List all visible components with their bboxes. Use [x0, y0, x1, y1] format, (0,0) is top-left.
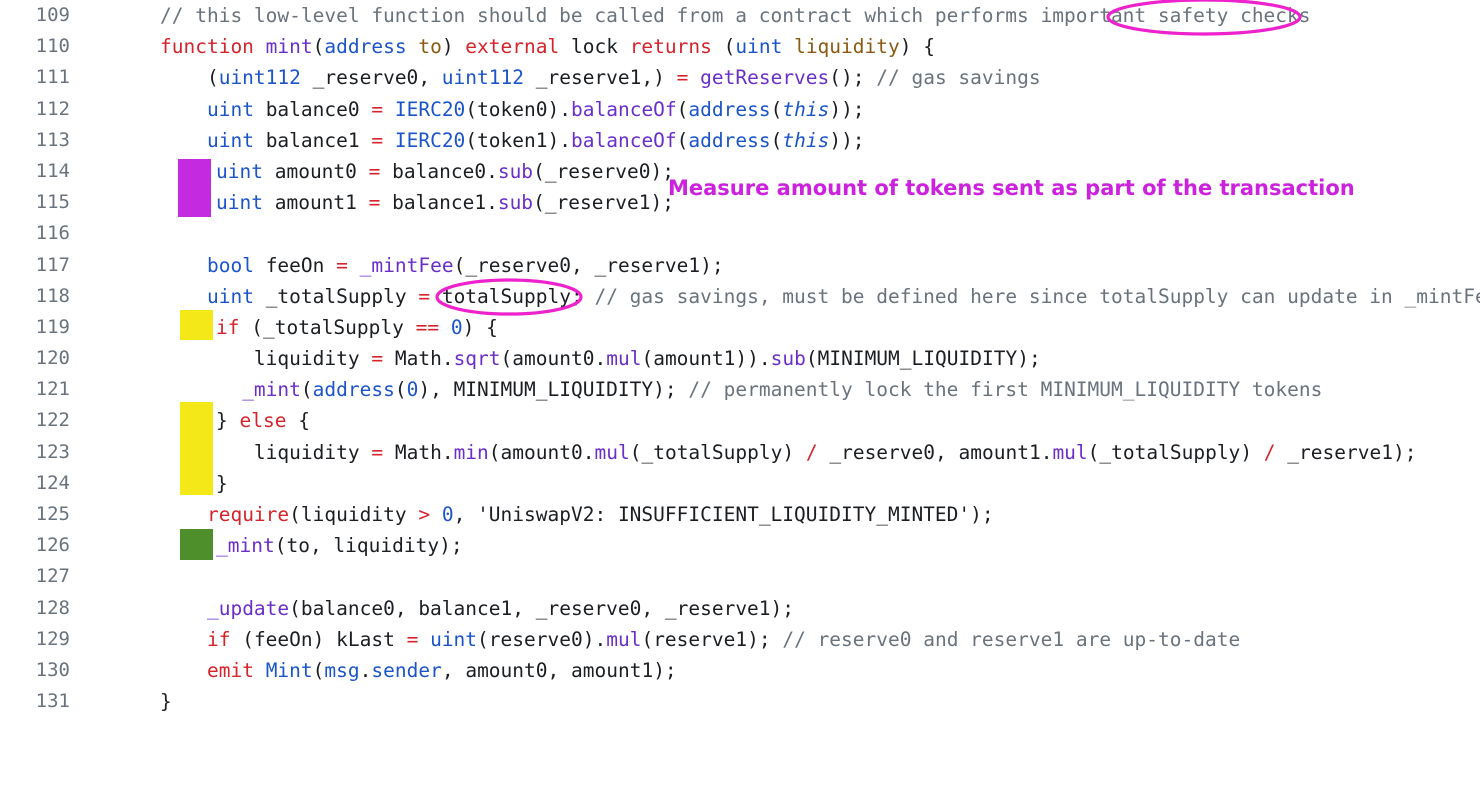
- line-number: 131: [35, 690, 70, 713]
- code-line[interactable]: 116: [0, 218, 1480, 249]
- code-line[interactable]: 111 (uint112 _reserve0, uint112 _reserve…: [0, 62, 1480, 93]
- code-content: uint amount1 = balance1.sub(_reserve1);: [216, 191, 674, 215]
- line-number: 127: [35, 565, 70, 588]
- line-number: 110: [35, 35, 70, 58]
- code-line[interactable]: 112 uint balance0 = IERC20(token0).balan…: [0, 94, 1480, 125]
- line-number: 109: [35, 4, 70, 26]
- code-line[interactable]: 127: [0, 561, 1480, 592]
- code-line[interactable]: 121 _mint(address(0), MINIMUM_LIQUIDITY)…: [0, 374, 1480, 405]
- code-content: _mint(address(0), MINIMUM_LIQUIDITY); //…: [242, 378, 1323, 402]
- line-number: 123: [35, 440, 70, 463]
- line-number: 116: [35, 222, 70, 245]
- code-line[interactable]: 120 liquidity = Math.sqrt(amount0.mul(am…: [0, 343, 1480, 374]
- code-line[interactable]: 110 function mint(address to) external l…: [0, 31, 1480, 62]
- line-number: 129: [35, 627, 70, 650]
- code-content: bool feeOn = _mintFee(_reserve0, _reserv…: [206, 253, 724, 277]
- code-content: }: [216, 471, 228, 495]
- line-number: 121: [35, 378, 70, 401]
- line-number: 128: [35, 596, 70, 619]
- line-number: 122: [35, 409, 70, 432]
- code-content: uint balance0 = IERC20(token0).balanceOf…: [206, 97, 865, 121]
- code-line[interactable]: 129 if (feeOn) kLast = uint(reserve0).mu…: [0, 624, 1480, 655]
- code-content: }: [160, 690, 172, 714]
- code-line[interactable]: 118 uint _totalSupply = totalSupply; // …: [0, 281, 1480, 312]
- code-line[interactable]: 109 // this low-level function should be…: [0, 0, 1480, 31]
- code-content: _mint(to, liquidity);: [216, 534, 463, 558]
- code-content: (uint112 _reserve0, uint112 _reserve1,) …: [160, 66, 1041, 90]
- line-number: 117: [35, 253, 70, 276]
- code-content: require(liquidity > 0, 'UniswapV2: INSUF…: [206, 503, 994, 526]
- line-number: 115: [35, 191, 70, 214]
- code-line[interactable]: 131 }: [0, 686, 1480, 717]
- code-line[interactable]: 124 }: [0, 468, 1480, 499]
- line-number: 125: [35, 503, 70, 525]
- code-content: liquidity = Math.sqrt(amount0.mul(amount…: [253, 347, 1041, 371]
- line-number: 119: [35, 315, 70, 338]
- line-number: 113: [35, 128, 70, 151]
- line-number: 111: [35, 66, 70, 89]
- code-content: emit Mint(msg.sender, amount0, amount1);: [206, 658, 677, 682]
- code-viewer[interactable]: 109 // this low-level function should be…: [0, 0, 1480, 718]
- code-line[interactable]: 119 if (_totalSupply == 0) {: [0, 312, 1480, 343]
- code-line[interactable]: 125 require(liquidity > 0, 'UniswapV2: I…: [0, 499, 1480, 530]
- code-content: if (feeOn) kLast = uint(reserve0).mul(re…: [206, 627, 1241, 651]
- code-line[interactable]: 115 uint amount1 = balance1.sub(_reserve…: [0, 187, 1480, 218]
- code-line[interactable]: 130 emit Mint(msg.sender, amount0, amoun…: [0, 655, 1480, 686]
- line-number: 124: [35, 471, 70, 494]
- code-line[interactable]: 128 _update(balance0, balance1, _reserve…: [0, 593, 1480, 624]
- code-content: uint _totalSupply = totalSupply; // gas …: [206, 284, 1480, 308]
- line-number: 130: [35, 658, 70, 681]
- line-number: 114: [35, 159, 70, 182]
- code-line[interactable]: 113 uint balance1 = IERC20(token1).balan…: [0, 125, 1480, 156]
- code-body[interactable]: 109 // this low-level function should be…: [0, 0, 1480, 717]
- code-line[interactable]: 122 } else {: [0, 405, 1480, 436]
- line-number: 126: [35, 534, 70, 557]
- code-content: if (_totalSupply == 0) {: [216, 315, 498, 339]
- code-content: function mint(address to) external lock …: [160, 35, 935, 59]
- code-line[interactable]: 114 uint amount0 = balance0.sub(_reserve…: [0, 156, 1480, 187]
- code-line[interactable]: 126 _mint(to, liquidity);: [0, 530, 1480, 561]
- code-content: liquidity = Math.min(amount0.mul(_totalS…: [253, 440, 1417, 464]
- code-content: uint amount0 = balance0.sub(_reserve0);: [216, 159, 674, 183]
- code-line[interactable]: 123 liquidity = Math.min(amount0.mul(_to…: [0, 437, 1480, 468]
- code-content: uint balance1 = IERC20(token1).balanceOf…: [206, 128, 865, 152]
- line-number: 120: [35, 347, 70, 370]
- code-content: // this low-level function should be cal…: [160, 4, 1311, 27]
- code-content: _update(balance0, balance1, _reserve0, _…: [206, 596, 795, 620]
- line-number: 118: [35, 284, 70, 307]
- line-number: 112: [35, 97, 70, 120]
- code-line[interactable]: 117 bool feeOn = _mintFee(_reserve0, _re…: [0, 250, 1480, 281]
- code-content: } else {: [216, 409, 310, 433]
